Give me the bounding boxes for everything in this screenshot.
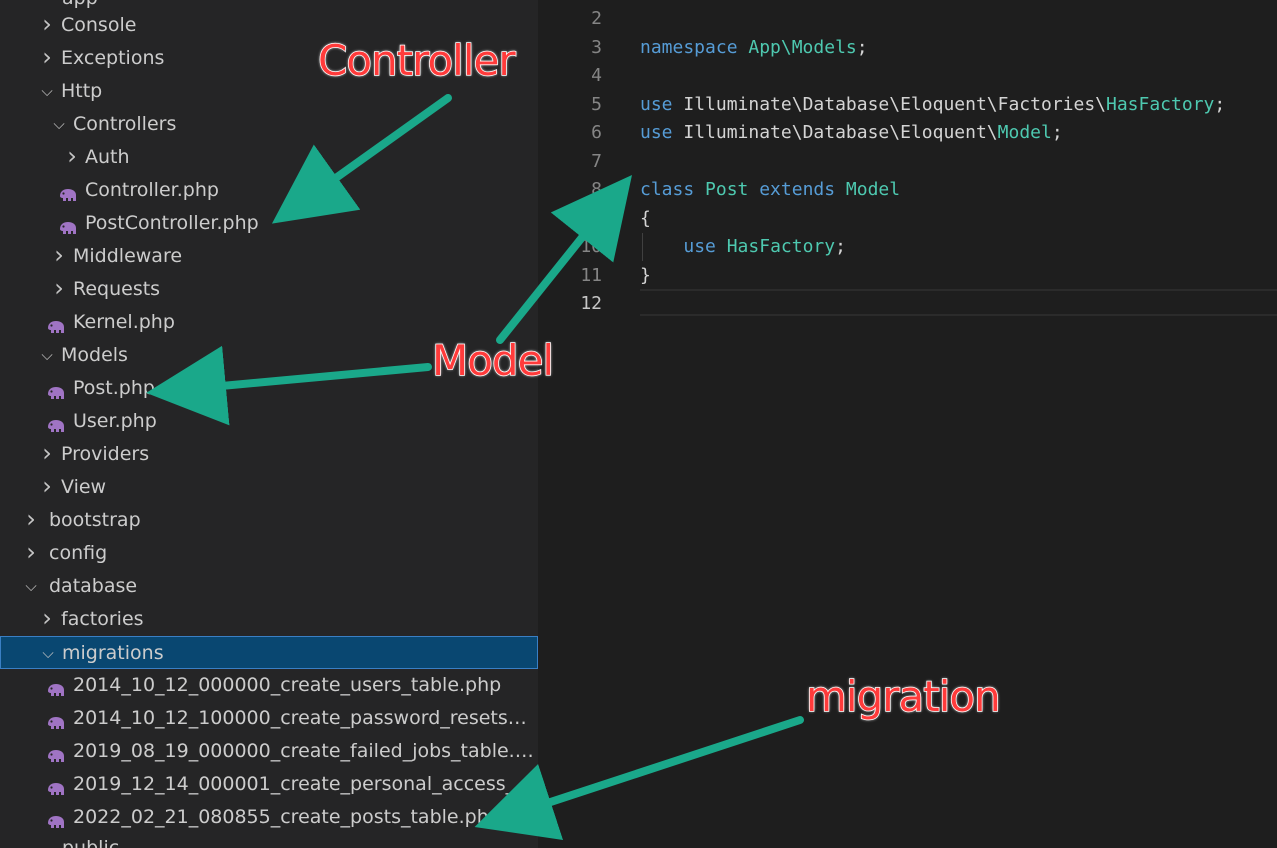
model-callout: Model <box>431 335 555 386</box>
model-to-file-arrow <box>146 345 432 426</box>
migration-arrow <box>474 716 804 841</box>
controller-callout: Controller <box>317 35 516 86</box>
migration-callout: migration <box>805 671 1001 722</box>
model-to-class-arrow <box>496 175 632 344</box>
annotation-arrows <box>146 94 804 841</box>
controller-arrow <box>271 94 452 224</box>
